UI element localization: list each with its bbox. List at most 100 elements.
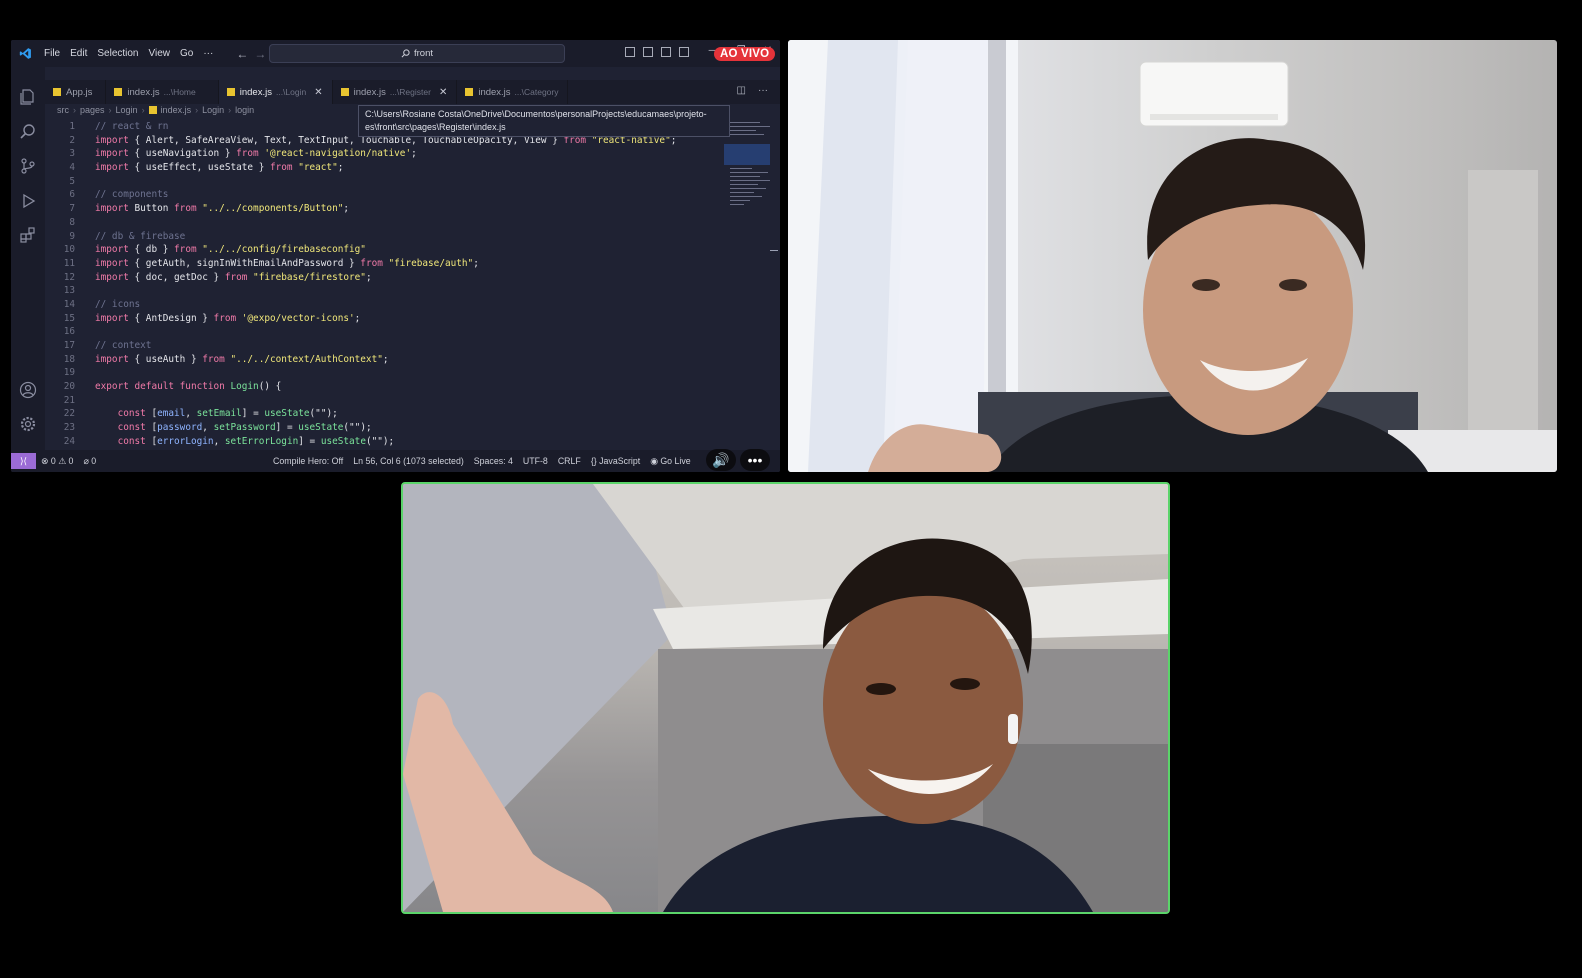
- line-number: 10: [63, 244, 75, 256]
- code-token: import: [95, 148, 129, 160]
- code-token: ;: [473, 257, 479, 269]
- command-center-search[interactable]: front: [269, 44, 565, 63]
- breadcrumb-pages[interactable]: pages: [80, 105, 105, 115]
- settings-gear-icon[interactable]: [19, 415, 37, 433]
- toggle-panel-icon[interactable]: [643, 47, 653, 57]
- cursor-position[interactable]: Ln 56, Col 6 (1073 selected): [353, 456, 464, 466]
- indentation-status[interactable]: Spaces: 4: [474, 456, 513, 466]
- code-line[interactable]: 18 import { useAuth } from "../../context…: [45, 353, 722, 367]
- language-mode[interactable]: {} JavaScript: [591, 456, 640, 466]
- code-line[interactable]: 12 import { doc, getDoc } from "firebase/…: [45, 271, 722, 285]
- toggle-sidebar-icon[interactable]: [625, 47, 635, 57]
- line-number: 17: [63, 340, 75, 351]
- scrollbar[interactable]: [770, 250, 778, 251]
- code-line[interactable]: 6 // components: [45, 188, 722, 202]
- source-control-icon[interactable]: [19, 157, 37, 175]
- close-tab-icon[interactable]: ✕: [314, 87, 322, 98]
- code-token: '@react-navigation/native': [258, 148, 412, 160]
- participant-video-2-active-speaker[interactable]: [401, 482, 1170, 914]
- participant-video-1[interactable]: [788, 40, 1557, 472]
- code-token: useState: [320, 435, 366, 447]
- code-token: setEmail: [196, 408, 242, 420]
- code-line[interactable]: 13: [45, 284, 722, 298]
- run-debug-icon[interactable]: [19, 192, 37, 210]
- code-editor[interactable]: 1// react & rn 2 import { Alert, SafeAreaV…: [45, 120, 722, 450]
- line-number: 19: [63, 367, 75, 379]
- breadcrumb-src[interactable]: src: [57, 105, 69, 115]
- remote-icon[interactable]: ⟩⟨: [11, 453, 36, 469]
- tab-app-js[interactable]: App.js: [45, 80, 107, 104]
- go-live-button[interactable]: ◉ Go Live: [650, 456, 690, 467]
- code-line[interactable]: 11 import { getAuth, signInWithEmailAndPa…: [45, 257, 722, 271]
- problems-indicator[interactable]: ⊗ 0 ⚠ 0: [41, 456, 73, 467]
- search-sidebar-icon[interactable]: [19, 123, 37, 141]
- code-line[interactable]: 7 import Button from "../../components/Bu…: [45, 202, 722, 216]
- compile-hero-status[interactable]: Compile Hero: Off: [273, 456, 343, 466]
- code-line[interactable]: 4 import { useEffect, useState } from "re…: [45, 161, 722, 175]
- encoding-status[interactable]: UTF-8: [523, 456, 548, 466]
- extensions-icon[interactable]: [19, 226, 37, 244]
- code-line[interactable]: 24 const [errorLogin, setErrorLogin] = u…: [45, 435, 722, 449]
- code-line[interactable]: 15 import { AntDesign } from '@expo/vecto…: [45, 312, 722, 326]
- code-line[interactable]: 19: [45, 366, 722, 380]
- code-line[interactable]: 8: [45, 216, 722, 230]
- code-token: setErrorLogin: [224, 435, 299, 447]
- split-editor-icon[interactable]: ◫: [737, 85, 746, 96]
- menu-selection[interactable]: Selection: [92, 48, 143, 59]
- toggle-secondary-sidebar-icon[interactable]: [661, 47, 671, 57]
- code-token: { useNavigation }: [128, 148, 237, 160]
- code-line[interactable]: 14 // icons: [45, 298, 722, 312]
- breadcrumb-login-folder[interactable]: Login: [116, 105, 138, 115]
- tab-login-index[interactable]: index.js ...\Login ✕: [218, 80, 333, 104]
- explorer-icon[interactable]: [19, 88, 37, 106]
- code-line[interactable]: 3 import { useNavigation } from '@react-n…: [45, 147, 722, 161]
- code-token: "../../components/Button": [196, 203, 344, 215]
- code-token: const: [117, 408, 146, 420]
- code-line[interactable]: 22 const [email, setEmail] = useState(""…: [45, 407, 722, 421]
- code-line[interactable]: 17 // context: [45, 339, 722, 353]
- breadcrumb-symbol-login-fn[interactable]: login: [235, 105, 254, 115]
- editor-tabs: App.js index.js ...\Home index.js ...\Lo…: [45, 80, 780, 104]
- search-icon: [401, 49, 410, 58]
- code-token: { useEffect, useState }: [128, 162, 270, 174]
- more-actions-icon[interactable]: ···: [758, 85, 768, 96]
- forward-arrow-icon[interactable]: →: [254, 47, 266, 61]
- ports-indicator[interactable]: ⌀ 0: [83, 456, 96, 467]
- minimap[interactable]: [724, 120, 770, 230]
- more-options-icon[interactable]: •••: [740, 449, 770, 471]
- code-token: '@expo/vector-icons': [236, 312, 355, 324]
- code-line[interactable]: 23 const [password, setPassword] = useSt…: [45, 421, 722, 435]
- customize-layout-icon[interactable]: [679, 47, 689, 57]
- menu-go[interactable]: Go: [175, 48, 198, 59]
- js-file-icon: [226, 88, 235, 96]
- code-line[interactable]: 20 export default function Login() {: [45, 380, 722, 394]
- shared-screen-vscode: File Edit Selection View Go ··· ← → fron…: [11, 40, 780, 472]
- code-line[interactable]: 10 import { db } from "../../config/fireb…: [45, 243, 722, 257]
- tab-register-index[interactable]: index.js ...\Register ✕: [333, 80, 458, 104]
- breadcrumb-symbol-login[interactable]: Login: [202, 105, 224, 115]
- close-tab-icon[interactable]: ✕: [439, 87, 447, 98]
- tab-home-index[interactable]: index.js ...\Home: [106, 80, 219, 104]
- language-label: JavaScript: [599, 456, 641, 466]
- breadcrumb-file[interactable]: index.js: [161, 105, 192, 115]
- code-token: from: [360, 257, 383, 269]
- line-number: 20: [63, 381, 75, 393]
- line-number: 9: [69, 230, 75, 242]
- accounts-icon[interactable]: [19, 381, 37, 399]
- code-line[interactable]: 9 // db & firebase: [45, 230, 722, 244]
- code-line[interactable]: 21: [45, 394, 722, 408]
- tab-category-index[interactable]: index.js ...\Category: [457, 80, 569, 104]
- menu-edit[interactable]: Edit: [65, 48, 92, 59]
- tab-description: ...\Login: [275, 87, 307, 97]
- code-token: // react & rn: [95, 121, 169, 132]
- code-line[interactable]: 16: [45, 325, 722, 339]
- menu-more[interactable]: ···: [198, 48, 218, 59]
- line-number: 24: [63, 435, 75, 447]
- speaker-volume-icon[interactable]: 🔊: [706, 449, 736, 471]
- code-line[interactable]: 5: [45, 175, 722, 189]
- eol-status[interactable]: CRLF: [558, 456, 581, 466]
- menu-view[interactable]: View: [144, 48, 176, 59]
- menu-file[interactable]: File: [39, 48, 65, 59]
- participant-1-scene: [788, 40, 1557, 472]
- back-arrow-icon[interactable]: ←: [236, 47, 248, 61]
